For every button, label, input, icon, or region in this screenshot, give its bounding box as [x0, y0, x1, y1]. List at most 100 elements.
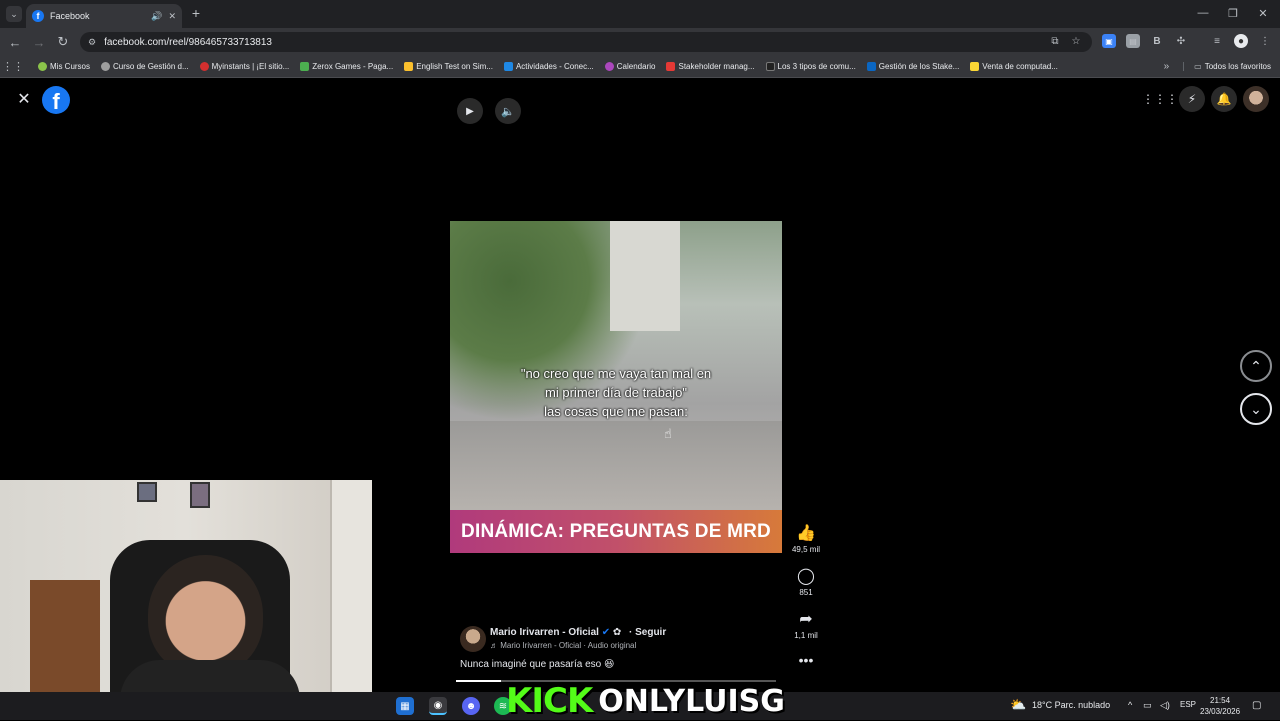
clock[interactable]: 21:54 23/03/2026	[1200, 695, 1240, 717]
previous-reel-chevron-up-icon[interactable]: ⌃	[1240, 350, 1272, 382]
bookmark-favicon-icon	[765, 62, 775, 71]
more-bookmarks-chevron-icon[interactable]: »	[1164, 61, 1170, 72]
bookmark-item[interactable]: Actividades - Conec...	[503, 62, 594, 71]
gear-badge-icon: ✿	[612, 627, 622, 638]
messenger-icon[interactable]: ⚡	[1179, 86, 1205, 112]
volume-tray-icon[interactable]: ◁)	[1160, 700, 1170, 711]
language-indicator[interactable]: ESP	[1180, 700, 1196, 709]
bookmark-label: Zerox Games - Paga...	[312, 62, 394, 71]
bookmark-favicon-icon	[666, 62, 676, 71]
tray-chevron-icon[interactable]: ^	[1128, 700, 1132, 710]
minimize-button[interactable]: —	[1188, 4, 1218, 22]
network-icon[interactable]: ▭	[1143, 700, 1152, 711]
bookmark-label: Actividades - Conec...	[515, 62, 594, 71]
media-control-icon[interactable]: ≡	[1210, 34, 1224, 48]
share-button[interactable]: ➦ 1,1 mil	[786, 609, 826, 640]
bookmark-item[interactable]: Stakeholder manag...	[666, 62, 755, 71]
author-name-link[interactable]: Mario Irivarren - Oficial ✔ ✿	[490, 627, 621, 638]
restore-button[interactable]: ❐	[1218, 4, 1248, 22]
extension-icon[interactable]: ▣	[1102, 34, 1116, 48]
caption-line: las cosas que me pasan:	[544, 404, 688, 419]
kick-logo: KICK	[506, 681, 593, 721]
audio-source-link[interactable]: ♬ Mario Irivarren - Oficial · Audio orig…	[490, 641, 636, 650]
browser-tab-strip: ⌄ f Facebook 🔊 ✕ + — ❐ ✕	[0, 0, 1280, 28]
bookmark-favicon-icon	[101, 62, 111, 71]
bookmark-label: Los 3 tipos de comu...	[777, 62, 856, 71]
channel-name: ONLYLUISG	[598, 683, 785, 719]
next-reel-chevron-down-icon[interactable]: ⌄	[1240, 393, 1272, 425]
apps-grid-icon[interactable]: ⋮⋮	[0, 60, 26, 73]
tab-facebook[interactable]: f Facebook 🔊 ✕	[26, 4, 182, 28]
bookmark-item[interactable]: Gestión de los Stake...	[866, 62, 960, 71]
bookmark-label: Gestión de los Stake...	[878, 62, 960, 71]
profile-avatar-icon[interactable]: ●	[1234, 34, 1248, 48]
back-button[interactable]: ←	[6, 33, 24, 51]
bookmark-item[interactable]: Calendario	[604, 62, 656, 71]
facebook-logo-icon[interactable]: f	[42, 86, 70, 114]
bookmark-item[interactable]: Zerox Games - Paga...	[300, 62, 393, 71]
bookmark-favicon-icon	[199, 62, 209, 71]
weather-icon[interactable]: ⛅	[1010, 697, 1026, 713]
address-bar[interactable]: ⚙ facebook.com/reel/986465733713813	[80, 32, 1092, 52]
reel-video[interactable]: "no creo que me vaya tan mal en mi prime…	[450, 221, 782, 553]
menu-grid-icon[interactable]: ⋮⋮⋮	[1142, 86, 1178, 112]
bookmark-label: Calendario	[616, 62, 656, 71]
tab-search-button[interactable]: ⌄	[6, 6, 22, 22]
site-info-icon[interactable]: ⚙	[88, 37, 96, 48]
store-icon[interactable]: ▦	[396, 697, 414, 715]
extension-b-icon[interactable]: B	[1150, 34, 1164, 48]
profile-avatar[interactable]	[1243, 86, 1269, 112]
install-app-icon[interactable]: ⧉	[1048, 34, 1062, 48]
share-arrow-icon: ➦	[799, 611, 813, 628]
like-count: 49,5 mil	[791, 545, 820, 554]
author-name: Mario Irivarren - Oficial	[490, 627, 599, 638]
bookmark-item[interactable]: Mis Cursos	[38, 62, 90, 71]
chrome-menu-icon[interactable]: ⋮	[1258, 34, 1272, 48]
reload-button[interactable]: ↻	[54, 33, 72, 51]
bookmark-favicon-icon	[866, 62, 876, 71]
video-banner: DINÁMICA: PREGUNTAS DE MRD	[450, 510, 782, 553]
close-tab-icon[interactable]: ✕	[168, 11, 176, 22]
play-icon[interactable]: ▶	[457, 98, 483, 124]
bookmark-favicon-icon	[300, 62, 310, 71]
all-bookmarks-folder[interactable]: ▭ Todos los favoritos	[1183, 62, 1271, 71]
close-window-button[interactable]: ✕	[1248, 4, 1278, 22]
new-tab-button[interactable]: +	[188, 5, 204, 21]
close-reel-icon[interactable]: ✕	[16, 91, 32, 108]
bookmark-item[interactable]: Venta de computad...	[970, 62, 1058, 71]
more-options-button[interactable]: •••	[786, 652, 826, 668]
extension-icon[interactable]: ▤	[1126, 34, 1140, 48]
author-avatar[interactable]	[460, 626, 486, 652]
caption-line: "no creo que me vaya tan mal en	[520, 366, 712, 381]
clock-time: 21:54	[1210, 696, 1231, 705]
thumbs-up-icon: 👍	[796, 525, 816, 542]
bookmark-label: Mis Cursos	[50, 62, 91, 71]
video-caption: "no creo que me vaya tan mal en mi prime…	[490, 364, 742, 421]
like-button[interactable]: 👍 49,5 mil	[786, 523, 826, 554]
bookmark-label: Myinstants | ¡El sitio...	[211, 62, 290, 71]
speaker-icon[interactable]: 🔊	[151, 11, 162, 22]
notifications-bell-icon[interactable]: 🔔	[1211, 86, 1237, 112]
all-bookmarks-label: Todos los favoritos	[1204, 62, 1271, 71]
bookmark-item[interactable]: English Test on Sim...	[404, 62, 493, 71]
bookmark-label: English Test on Sim...	[416, 62, 493, 71]
discord-icon[interactable]: ☻	[462, 697, 480, 715]
bookmark-favicon-icon	[503, 62, 513, 71]
weather-text[interactable]: 18°C Parc. nublado	[1032, 700, 1110, 710]
follow-button[interactable]: · Seguir	[629, 627, 666, 638]
bookmarks-bar: ⋮⋮ Mis Cursos Curso de Gestión d... Myin…	[0, 56, 1280, 78]
comment-button[interactable]: ◯ 851	[786, 566, 826, 597]
notification-center-icon[interactable]: ▢	[1252, 700, 1261, 711]
bookmark-item[interactable]: Curso de Gestión d...	[101, 62, 189, 71]
chrome-icon[interactable]: ◉	[429, 697, 447, 715]
bookmark-item[interactable]: Myinstants | ¡El sitio...	[199, 62, 290, 71]
clock-date: 23/03/2026	[1200, 707, 1241, 716]
volume-icon[interactable]: 🔈	[495, 98, 521, 124]
bookmark-label: Curso de Gestión d...	[113, 62, 189, 71]
comment-count: 851	[799, 588, 813, 597]
bookmark-star-icon[interactable]: ☆	[1069, 34, 1083, 48]
forward-button[interactable]: →	[30, 33, 48, 51]
extensions-puzzle-icon[interactable]: ✣	[1174, 34, 1188, 48]
comment-bubble-icon: ◯	[797, 568, 815, 585]
bookmark-item[interactable]: Los 3 tipos de comu...	[765, 62, 856, 71]
